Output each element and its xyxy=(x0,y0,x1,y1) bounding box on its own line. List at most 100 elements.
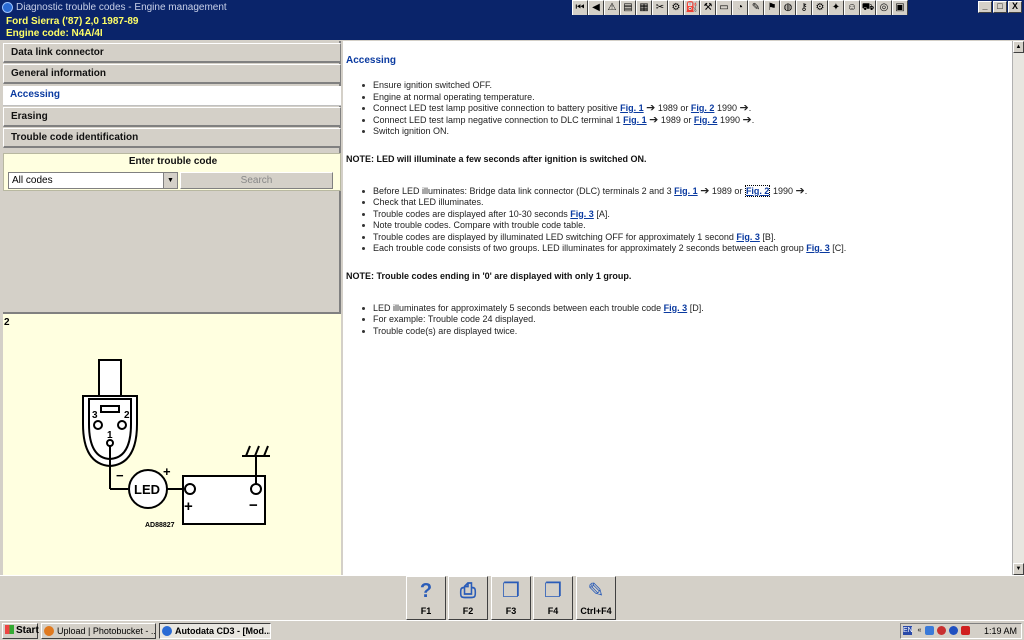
gear-icon[interactable]: ⚙ xyxy=(812,0,828,16)
nav-accessing[interactable]: Accessing xyxy=(3,86,341,106)
first-icon[interactable]: ⏮ xyxy=(572,0,588,16)
window-controls: _ □ X xyxy=(978,1,1022,13)
note-icon[interactable]: ▣ xyxy=(892,0,908,16)
wrench-icon[interactable]: ⚒ xyxy=(700,0,716,16)
car2-icon[interactable]: ⛟ xyxy=(860,0,876,16)
bluetooth-icon[interactable] xyxy=(949,626,958,635)
list-item: Ensure ignition switched OFF. xyxy=(360,80,1012,92)
antivirus-icon[interactable] xyxy=(961,626,970,635)
vehicle-model: Ford Sierra ('87) 2,0 1987-89 xyxy=(6,16,139,27)
doc-icon[interactable]: ▤ xyxy=(620,0,636,16)
arrow-right-icon[interactable]: ➔ xyxy=(795,185,804,197)
figure-link[interactable]: Fig. 1 xyxy=(620,103,644,113)
arrow-right-icon[interactable]: ➔ xyxy=(739,102,748,114)
arrow-right-icon[interactable]: ➔ xyxy=(646,102,655,114)
print-icon: ⎙ xyxy=(460,580,476,602)
nav-data-link-connector[interactable]: Data link connector xyxy=(3,43,341,63)
start-label: Start xyxy=(16,625,39,636)
list-item: Connect LED test lamp negative connectio… xyxy=(360,114,1012,127)
text: . xyxy=(748,103,752,113)
scroll-up-icon[interactable]: ▲ xyxy=(1013,41,1024,53)
nav-erasing[interactable]: Erasing xyxy=(3,107,341,127)
calendar-icon[interactable]: ▦ xyxy=(636,0,652,16)
vertical-scrollbar[interactable]: ▲ ▼ xyxy=(1012,41,1024,575)
fkey-ctrl-f4[interactable]: ✎ Ctrl+F4 xyxy=(576,576,616,620)
fkey-label: Ctrl+F4 xyxy=(580,606,612,616)
person-icon[interactable]: ☺ xyxy=(844,0,860,16)
figure-link[interactable]: Fig. 1 xyxy=(674,186,698,196)
car-icon[interactable]: ⚑ xyxy=(764,0,780,16)
figure-link[interactable]: Fig. 2 xyxy=(744,184,771,197)
stopwatch-icon[interactable]: ◔ xyxy=(732,0,748,16)
shield-icon[interactable] xyxy=(937,626,946,635)
figure-link[interactable]: Fig. 3 xyxy=(806,243,830,253)
text: Connect LED test lamp negative connectio… xyxy=(373,114,624,125)
list-item: Check that LED illuminates. xyxy=(360,197,1012,209)
figure-reference: AD88827 xyxy=(145,522,175,529)
toolbar: ⏮ ◀ ⚠ ▤ ▦ ✂ ⚙ ⛽ ⚒ ▭ ◔ ✎ ⚑ ◍ ⚷ ⚙ ✦ ☺ ⛟ ◎ ▣ xyxy=(572,0,908,16)
close-button[interactable]: X xyxy=(1008,1,1022,13)
fkey-f3[interactable]: ❐ F3 xyxy=(491,576,531,620)
tyre-icon[interactable]: ◎ xyxy=(876,0,892,16)
taskbar-item-photobucket[interactable]: Upload | Photobucket - ... xyxy=(41,623,156,639)
pin-1-label: 1 xyxy=(107,430,113,441)
fuel-icon[interactable]: ⛽ xyxy=(684,0,700,16)
search-button[interactable]: Search xyxy=(180,172,333,189)
text: [D]. xyxy=(687,302,704,313)
list-item: For example: Trouble code 24 displayed. xyxy=(360,314,1012,326)
nav-general-information[interactable]: General information xyxy=(3,64,341,84)
maximize-button[interactable]: □ xyxy=(993,1,1007,13)
fkey-f4[interactable]: ❐ F4 xyxy=(533,576,573,620)
list-item: Note trouble codes. Compare with trouble… xyxy=(360,220,1012,232)
key-icon[interactable]: ⚷ xyxy=(796,0,812,16)
copy-icon: ❐ xyxy=(502,580,520,602)
brake-icon[interactable]: ◍ xyxy=(780,0,796,16)
chevron-down-icon[interactable]: ▼ xyxy=(163,173,177,188)
start-button[interactable]: Start xyxy=(2,623,39,639)
browser-icon xyxy=(44,626,54,636)
figure-link[interactable]: Fig. 3 xyxy=(736,232,760,242)
fkey-f2[interactable]: ⎙ F2 xyxy=(448,576,488,620)
figure-link[interactable]: Fig. 1 xyxy=(623,115,647,125)
note-led: NOTE: LED will illuminate a few seconds … xyxy=(346,153,647,164)
arrow-right-icon[interactable]: ➔ xyxy=(649,114,658,126)
list-item: Trouble code(s) are displayed twice. xyxy=(360,326,1012,338)
figure-link[interactable]: Fig. 3 xyxy=(570,209,594,219)
nav-trouble-code-identification[interactable]: Trouble code identification xyxy=(3,128,341,148)
list-item: Connect LED test lamp positive connectio… xyxy=(360,102,1012,115)
tools-icon[interactable]: ✂ xyxy=(652,0,668,16)
pin-2-label: 2 xyxy=(124,410,130,421)
taskbar-item-autodata[interactable]: Autodata CD3 - [Mod... xyxy=(159,623,271,639)
list-item: Engine at normal operating temperature. xyxy=(360,92,1012,104)
figure-link[interactable]: Fig. 2 xyxy=(691,103,715,113)
fkey-label: F3 xyxy=(505,606,517,616)
figure-link[interactable]: Fig. 2 xyxy=(694,115,718,125)
fkey-f1[interactable]: ? F1 xyxy=(406,576,446,620)
tray-expand-icon[interactable]: « xyxy=(915,626,924,635)
text: Trouble codes are displayed by illuminat… xyxy=(373,231,737,242)
text: For example: Trouble code 24 displayed. xyxy=(373,314,536,324)
network-icon[interactable] xyxy=(925,626,934,635)
scroll-down-icon[interactable]: ▼ xyxy=(1013,563,1024,575)
figure-link[interactable]: Fig. 3 xyxy=(664,303,688,313)
arrow-right-icon[interactable]: ➔ xyxy=(742,114,751,126)
text: Before LED illuminates: Bridge data link… xyxy=(373,185,675,196)
warning-icon[interactable]: ⚠ xyxy=(604,0,620,16)
engine-icon[interactable]: ⚙ xyxy=(668,0,684,16)
trouble-code-select[interactable]: All codes ▼ xyxy=(8,172,178,189)
list-item: Each trouble code consists of two groups… xyxy=(360,243,1012,255)
procedure-list-3: LED illuminates for approximately 5 seco… xyxy=(346,303,1012,338)
text: 1990 xyxy=(717,114,743,125)
bulb-icon[interactable]: ✦ xyxy=(828,0,844,16)
minimize-button[interactable]: _ xyxy=(978,1,992,13)
prev-icon[interactable]: ◀ xyxy=(588,0,604,16)
search-label: Enter trouble code xyxy=(128,156,218,167)
ruler-icon[interactable]: ▭ xyxy=(716,0,732,16)
text: Check that LED illuminates. xyxy=(373,197,484,207)
taskbar: Start Upload | Photobucket - ... Autodat… xyxy=(0,620,1024,640)
spray-icon[interactable]: ✎ xyxy=(748,0,764,16)
task-label: Upload | Photobucket - ... xyxy=(57,626,156,636)
text: Connect LED test lamp positive connectio… xyxy=(373,103,621,113)
language-indicator[interactable]: EN xyxy=(903,626,913,635)
function-key-bar: ? F1 ⎙ F2 ❐ F3 ❐ F4 ✎ Ctrl+F4 xyxy=(0,575,1024,620)
